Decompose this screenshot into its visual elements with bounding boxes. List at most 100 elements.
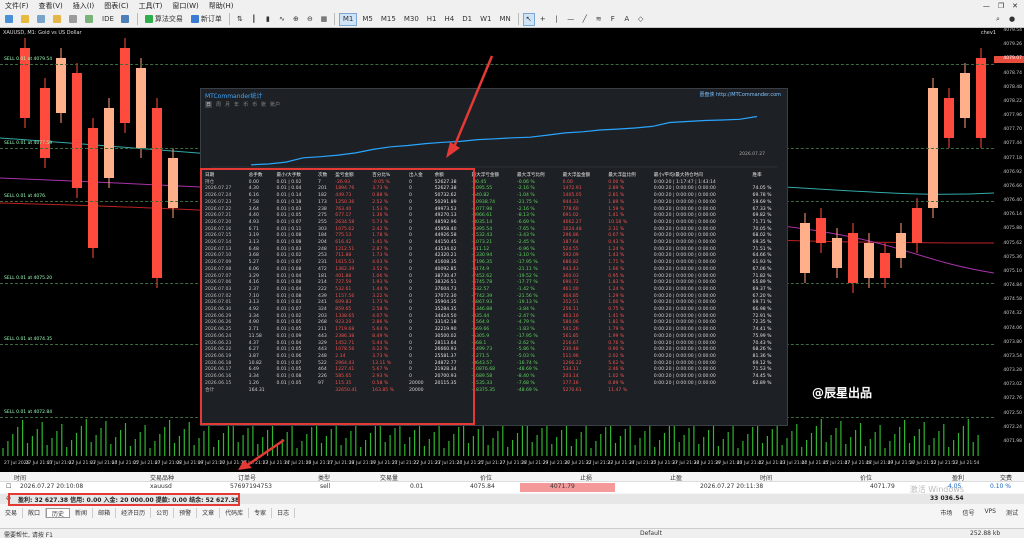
tester-button[interactable]: 测试 [1006,508,1018,517]
algo-trading-button[interactable]: 算法交易 [142,13,186,26]
menu-view[interactable]: 查看(V) [34,1,68,11]
menu-file[interactable]: 文件(F) [0,1,34,11]
candles-icon[interactable]: ▮ [262,13,274,26]
tab-alerts[interactable]: 预警 [174,508,198,518]
trendline-icon[interactable]: ╱ [579,13,591,26]
minimize-icon[interactable]: — [983,2,990,10]
tab-month[interactable]: 月 [225,101,230,108]
new-order-button[interactable]: 新订单 [188,13,225,26]
tab-company[interactable]: 公司 [151,508,175,518]
menu-help[interactable]: 帮助(H) [204,1,239,11]
hdr-fee[interactable]: 交费 [1000,473,1012,482]
hdr-symbol[interactable]: 交易品种 [150,473,174,482]
position-row[interactable]: ☐ 2026.07.27 20:10:08 xauusd 57697194753… [0,482,1024,493]
hdr-close-time[interactable]: 时间 [760,473,772,482]
hdr-tp[interactable]: 止盈 [670,473,682,482]
channel-icon[interactable]: ≋ [593,13,605,26]
checkbox-icon[interactable]: ☐ [6,483,11,490]
hdr-volume[interactable]: 交易量 [380,473,398,482]
tab-mailbox[interactable]: 邮箱 [93,508,117,518]
tab-symbol[interactable]: 币 [243,101,248,108]
stats-row[interactable]: 2026.06.15 1.26 0.01 | 0.05 97 115.35 0.58 % 2… [204,381,784,388]
trade-icon[interactable]: ⇅ [234,13,246,26]
hdr-close-price[interactable]: 价位 [860,473,872,482]
market-button[interactable]: 市场 [940,508,952,517]
cursor-icon[interactable]: ↖ [522,12,535,26]
stats-row[interactable]: 2026.06.30 4.92 0.01 | 0.07 324 859.65 2.58 %… [204,307,784,314]
tab-week[interactable]: 周 [216,101,221,108]
menu-chart[interactable]: 图表(C) [99,1,133,11]
line-chart-icon[interactable]: ∿ [276,13,288,26]
stats-row[interactable]: 2026.06.19 3.87 0.01 | 0.06 248 2.34 3.73 % 0 2… [204,354,784,361]
timeframe-m5[interactable]: M5 [359,13,376,26]
timeframe-m15[interactable]: M15 [378,13,399,26]
close-icon[interactable]: ✕ [1012,2,1018,10]
menu-window[interactable]: 窗口(W) [167,1,203,11]
hdr-sl[interactable]: 止损 [580,473,592,482]
stats-row[interactable]: 2026.06.16 3.34 0.01 | 0.08 226 585.65 2.93 %… [204,374,784,381]
profiles-icon[interactable] [35,13,49,26]
zoom-in-icon[interactable]: ⊕ [290,13,302,26]
hdr-ticket[interactable]: 订单号 [238,473,256,482]
tab-journal[interactable]: 日志 [272,508,296,518]
horizontal-line-icon[interactable]: — [565,13,577,26]
hdr-profit[interactable]: 盈利 [952,473,964,482]
new-chart-icon[interactable] [3,13,17,26]
tile-icon[interactable]: ▦ [318,13,330,26]
stats-row[interactable]: 2026.07.09 5.27 0.01 | 0.07 231 1615.53 4.03 … [204,260,784,267]
fibonacci-icon[interactable]: F [607,13,619,26]
market-watch-icon[interactable] [51,13,65,26]
open-icon[interactable] [19,13,33,26]
tab-news[interactable]: 新闻 [70,508,94,518]
shapes-icon[interactable]: ◇ [635,13,647,26]
bar-chart-icon[interactable]: ┃ [248,13,260,26]
tab-exposure[interactable]: 敞口 [23,508,47,518]
tab-history[interactable]: 历史 [46,508,71,518]
stats-row[interactable]: 2026.07.08 6.06 0.01 | 0.08 472 1362.39 3.52 … [204,267,784,274]
price-chart[interactable]: XAUUSD, M1: Gold vs US Dollar chev1 4079… [0,28,1024,472]
timeframe-h4[interactable]: H4 [442,13,458,26]
tab-year[interactable]: 年 [234,101,239,108]
timeframe-w1[interactable]: W1 [477,13,494,26]
terminal-icon[interactable] [119,13,133,26]
dialog-link[interactable]: 晋盘侠 http://MTCommander.com [699,91,781,98]
navigator-icon[interactable] [67,13,81,26]
tab-symbol-2[interactable]: 币 [252,101,257,108]
menu-insert[interactable]: 插入(I) [68,1,100,11]
text-icon[interactable]: A [621,13,633,26]
data-window-icon[interactable] [83,13,97,26]
tab-day[interactable]: 日 [205,101,213,108]
hdr-price[interactable]: 价位 [480,473,492,482]
hdr-type[interactable]: 类型 [318,473,330,482]
tab-account-2[interactable]: 账户 [270,101,280,108]
stats-row[interactable]: 2026.06.25 2.71 0.01 | 0.05 211 1719.68 5.64 … [204,327,784,334]
menu-tools[interactable]: 工具(T) [134,1,168,11]
stats-row[interactable]: 2026.07.14 3.13 0.01 | 0.08 204 616.42 1.41 %… [204,240,784,247]
stats-row[interactable]: 2026.07.21 4.40 0.01 | 0.05 275 677.17 1.36 %… [204,213,784,220]
timeframe-m1[interactable]: M1 [338,12,358,26]
timeframe-mn[interactable]: MN [496,13,513,26]
tab-calendar[interactable]: 经济日历 [116,508,152,518]
tab-trade[interactable]: 交易 [0,508,24,518]
stats-row[interactable]: 2026.07.06 4.16 0.01 | 0.08 214 727.59 1.93 %… [204,280,784,287]
stats-row[interactable]: 2026.06.22 6.27 0.01 | 0.05 443 1078.56 4.22 … [204,347,784,354]
timeframe-d1[interactable]: D1 [459,13,475,26]
hdr-time[interactable]: 时间 [14,473,26,482]
tab-codebase[interactable]: 代码库 [220,508,250,518]
search-icon[interactable]: ⌕ [992,13,1004,26]
crosshair-icon[interactable]: + [537,13,549,26]
stats-row[interactable]: 2026.07.23 7.58 0.01 | 0.18 173 1250.36 2.52 … [204,200,784,207]
timeframe-m30[interactable]: M30 [401,13,422,26]
tab-experts[interactable]: 专家 [249,508,273,518]
stats-row[interactable]: 2026.07.20 4.93 0.01 | 0.07 255 2634.58 5.73 … [204,220,784,227]
stats-row[interactable]: 2026.06.24 11.58 0.01 | 0.09 443 2386.38 8.49… [204,334,784,341]
stats-row[interactable]: 2026.07.24 6.16 0.01 | 0.14 182 449.73 0.88 %… [204,193,784,200]
tab-articles[interactable]: 文章 [197,508,221,518]
restore-icon[interactable]: ❐ [998,2,1004,10]
vertical-line-icon[interactable]: | [551,13,563,26]
tab-account[interactable]: 账 [261,101,266,108]
signals-button[interactable]: 信号 [962,508,974,517]
stats-row[interactable]: 2026.07.03 2.37 0.01 | 0.04 222 532.61 1.44 %… [204,287,784,294]
account-icon[interactable]: ● [1006,13,1018,26]
ide-button[interactable]: IDE [99,13,117,26]
